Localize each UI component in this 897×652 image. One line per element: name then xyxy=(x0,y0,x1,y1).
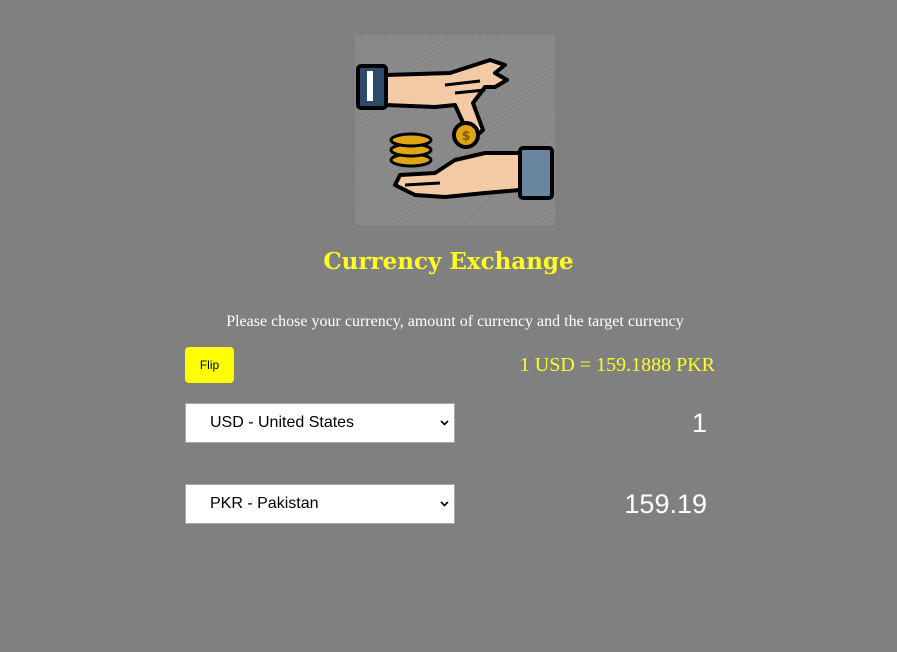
hand-giving-coin-icon: $ xyxy=(355,35,555,225)
chevron-down-icon xyxy=(440,418,449,427)
from-currency-select[interactable]: USD - United States xyxy=(185,403,455,443)
flip-button[interactable]: Flip xyxy=(185,347,234,383)
to-currency-select[interactable]: PKR - Pakistan xyxy=(185,484,455,524)
chevron-down-icon xyxy=(440,499,449,508)
svg-text:$: $ xyxy=(461,129,470,144)
to-currency-value: PKR - Pakistan xyxy=(210,495,319,512)
to-amount-output: 159.19 xyxy=(624,489,707,519)
exchange-rate-text: 1 USD = 159.1888 PKR xyxy=(519,354,715,376)
from-currency-value: USD - United States xyxy=(210,414,355,431)
page-title: Currency Exchange xyxy=(323,248,574,275)
from-amount-input[interactable]: 1 xyxy=(692,406,707,440)
instructions-text: Please chose your currency, amount of cu… xyxy=(226,313,684,330)
